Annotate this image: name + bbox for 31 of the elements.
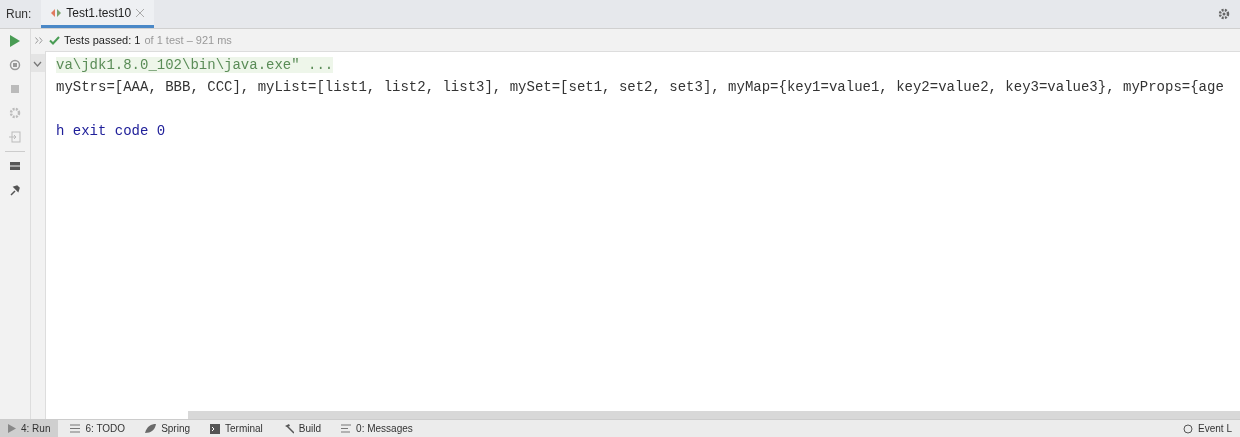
tool-window-tab[interactable]: 0: Messages bbox=[333, 420, 421, 437]
tool-window-tab[interactable]: Spring bbox=[137, 420, 199, 437]
settings-icon[interactable] bbox=[1218, 8, 1230, 20]
tool-window-tab[interactable]: Build bbox=[274, 420, 330, 437]
pin-icon[interactable] bbox=[9, 184, 21, 196]
run-icon[interactable] bbox=[10, 35, 20, 47]
tool-window-tab[interactable]: 6: TODO bbox=[62, 420, 134, 437]
check-icon bbox=[49, 35, 60, 45]
exit-icon[interactable] bbox=[9, 131, 21, 143]
scrollbar[interactable] bbox=[188, 411, 1240, 419]
balloon-icon bbox=[1183, 423, 1194, 434]
tool-window-tab[interactable]: 4: Run bbox=[0, 420, 59, 437]
event-log-button[interactable]: Event L bbox=[1175, 420, 1240, 437]
collapse-icon[interactable] bbox=[31, 54, 45, 72]
tests-passed-text: Tests passed: 1 bbox=[64, 34, 141, 46]
test-detail-text: of 1 test – 921 ms bbox=[144, 34, 232, 46]
expand-icon[interactable] bbox=[35, 36, 43, 44]
exit-code-line: h exit code 0 bbox=[56, 123, 166, 139]
stop-icon[interactable] bbox=[9, 83, 21, 95]
messages-icon bbox=[341, 424, 352, 433]
run-tab[interactable]: Test1.test10 bbox=[41, 0, 155, 28]
console-output-line: myStrs=[AAA, BBB, CCC], myList=[list1, list2, list3], mySet=[set1, set2, set3], myMap={key1=value1, key2=value2, key3=value3}, myProps={age bbox=[56, 79, 1224, 95]
test-icon bbox=[51, 8, 62, 17]
play-icon bbox=[8, 424, 16, 433]
tool-window-tab[interactable]: Terminal bbox=[202, 420, 271, 437]
list-icon bbox=[70, 424, 81, 433]
leaf-icon bbox=[145, 424, 157, 433]
layout-icon[interactable] bbox=[9, 160, 21, 172]
run-label: Run: bbox=[6, 7, 32, 21]
terminal-icon bbox=[210, 423, 221, 434]
close-icon[interactable] bbox=[136, 8, 145, 17]
